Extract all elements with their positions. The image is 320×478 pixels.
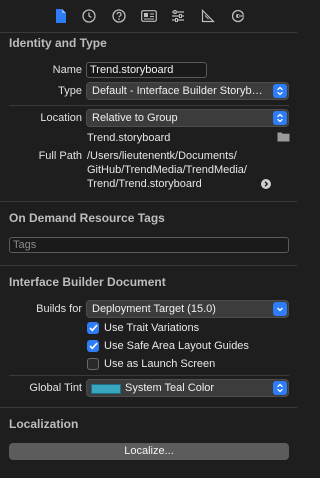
connections-inspector-icon[interactable] <box>230 8 246 24</box>
global-tint-label: Global Tint <box>29 382 82 394</box>
builds-for-label: Builds for <box>36 303 82 315</box>
chevron-down-icon <box>273 302 287 316</box>
builds-for-popup-value: Deployment Target (15.0) <box>92 303 216 315</box>
section-divider <box>0 201 297 202</box>
location-popup[interactable]: Relative to Group <box>86 109 289 127</box>
type-popup[interactable]: Default - Interface Builder Storyboard <box>86 82 289 100</box>
size-inspector-icon[interactable] <box>200 8 216 24</box>
checkmark-icon <box>87 340 99 352</box>
section-divider <box>0 407 297 408</box>
full-path-line-1: /Users/lieutenentk/Documents/ <box>87 150 237 162</box>
ib-section-title: Interface Builder Document <box>9 275 166 289</box>
chevron-updown-icon <box>273 84 287 98</box>
history-inspector-icon[interactable] <box>81 8 97 24</box>
attributes-inspector-icon[interactable] <box>170 8 186 24</box>
full-path-label: Full Path <box>38 150 82 162</box>
tags-field[interactable]: Tags <box>9 237 289 253</box>
use-trait-variations-checkbox[interactable]: Use Trait Variations <box>87 321 199 335</box>
location-file-name: Trend.storyboard <box>87 132 171 144</box>
localize-button[interactable]: Localize... <box>9 443 289 460</box>
tags-section-title: On Demand Resource Tags <box>9 211 165 225</box>
ib-inner-divider <box>9 375 289 376</box>
toolbar-divider <box>0 32 297 33</box>
folder-icon[interactable] <box>277 131 290 142</box>
chevron-updown-icon <box>273 111 287 125</box>
name-label: Name <box>52 64 82 76</box>
reveal-in-finder-icon[interactable] <box>261 179 271 189</box>
location-popup-value: Relative to Group <box>92 112 178 124</box>
section-divider <box>0 265 297 266</box>
global-tint-popup[interactable]: System Teal Color <box>86 379 289 397</box>
identity-inspector-icon[interactable] <box>141 8 157 24</box>
identity-inner-divider <box>9 105 289 106</box>
full-path-line-2: GitHub/TrendMedia/TrendMedia/ <box>87 164 247 176</box>
type-popup-value: Default - Interface Builder Storyboard <box>92 85 266 97</box>
type-label: Type <box>58 85 82 97</box>
checkmark-icon <box>87 322 99 334</box>
use-as-launch-screen-label: Use as Launch Screen <box>104 358 216 370</box>
localization-section-title: Localization <box>9 417 79 431</box>
use-as-launch-screen-checkbox[interactable]: Use as Launch Screen <box>87 357 215 371</box>
location-label: Location <box>40 112 82 124</box>
chevron-updown-icon <box>273 381 287 395</box>
name-field[interactable]: Trend.storyboard <box>86 62 207 78</box>
inspector-toolbar <box>0 0 297 32</box>
unchecked-box-icon <box>87 358 99 370</box>
builds-for-popup[interactable]: Deployment Target (15.0) <box>86 300 289 318</box>
full-path-line-3: Trend/Trend.storyboard <box>87 178 202 190</box>
quick-help-icon[interactable] <box>111 8 127 24</box>
tint-color-swatch <box>91 384 121 394</box>
file-inspector-icon[interactable] <box>53 8 69 24</box>
use-safe-area-checkbox[interactable]: Use Safe Area Layout Guides <box>87 339 249 353</box>
use-safe-area-label: Use Safe Area Layout Guides <box>104 340 249 352</box>
use-trait-variations-label: Use Trait Variations <box>104 322 200 334</box>
identity-section-title: Identity and Type <box>9 36 107 50</box>
